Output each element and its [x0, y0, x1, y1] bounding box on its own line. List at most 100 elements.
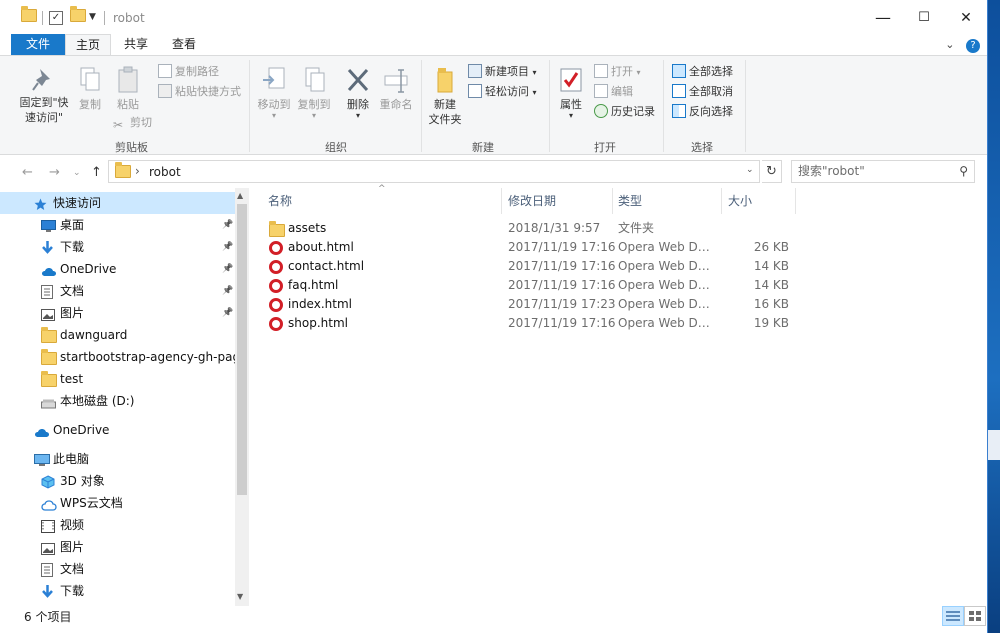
close-button[interactable]: ✕ [943, 8, 987, 30]
nav-item[interactable]: startbootstrap-agency-gh-pages [0, 346, 249, 368]
tab-home[interactable]: 主页 [65, 34, 111, 56]
nav-item[interactable]: OneDrive 📌 [0, 258, 235, 280]
file-date: 2018/1/31 9:57 [508, 221, 601, 235]
paste-shortcut-button[interactable]: 粘贴快捷方式 [158, 83, 241, 101]
address-path[interactable]: robot [149, 165, 181, 179]
customize-quick-access-icon[interactable]: ▼ [89, 12, 96, 22]
details-view-button[interactable] [942, 606, 964, 626]
tab-view[interactable]: 查看 [163, 34, 205, 56]
new-folder-quick-icon[interactable] [70, 6, 86, 27]
search-icon[interactable]: ⚲ [959, 164, 968, 178]
minimize-button[interactable]: — [860, 8, 906, 30]
easy-access-button[interactable]: 轻松访问 ▾ [468, 83, 537, 101]
back-arrow-icon[interactable]: ← [22, 165, 33, 180]
nav-item[interactable]: 3D 对象 [0, 470, 235, 492]
file-row[interactable]: index.html 2017/11/19 17:23 Opera Web Doc.… [267, 295, 797, 314]
column-divider[interactable] [795, 188, 796, 214]
navigation-pane: 快速访问 桌面 📌 下载 📌 OneDrive 📌 文档 📌 图片 📌 dawnguard startb… [0, 188, 249, 606]
file-date: 2017/11/19 17:16 [508, 278, 616, 292]
file-name: index.html [288, 297, 352, 311]
file-row[interactable]: faq.html 2017/11/19 17:16 Opera Web Doc...… [267, 276, 797, 295]
file-row[interactable]: contact.html 2017/11/19 17:16 Opera Web Do… [267, 257, 797, 276]
chevron-right-icon[interactable]: › [135, 164, 140, 178]
refresh-button[interactable]: ↻ [762, 160, 782, 183]
column-header-date[interactable]: 修改日期 [508, 188, 556, 214]
rename-button[interactable]: 重命名 [378, 66, 414, 112]
pin-icon[interactable]: 📌 [222, 258, 233, 280]
tab-file[interactable]: 文件 [11, 34, 65, 56]
scroll-up-icon[interactable]: ▲ [237, 191, 243, 200]
delete-button[interactable]: 删除 ▾ [343, 66, 373, 120]
new-item-button[interactable]: 新建项目 ▾ [468, 63, 537, 81]
chevron-down-icon[interactable]: ⌄ [945, 38, 954, 51]
nav-item[interactable]: WPS云文档 [0, 492, 235, 514]
open-button[interactable]: 打开 ▾ [594, 63, 641, 81]
details-view-icon [946, 611, 960, 621]
column-header-type[interactable]: 类型 [618, 188, 642, 214]
copy-path-button[interactable]: 复制路径 [158, 63, 219, 81]
file-row[interactable]: shop.html 2017/11/19 17:16 Opera Web Doc..… [267, 314, 797, 333]
pin-icon[interactable]: 📌 [222, 302, 233, 324]
recent-locations-icon[interactable]: ⌄ [73, 168, 81, 178]
select-none-button[interactable]: 全部取消 [672, 83, 733, 101]
new-folder-button[interactable]: 新建 文件夹 [426, 66, 464, 127]
nav-item[interactable]: 桌面 📌 [0, 214, 235, 236]
nav-item[interactable]: 此电脑 [0, 448, 235, 470]
paste-button[interactable]: 粘贴 [113, 66, 143, 112]
nav-item[interactable]: 图片 [0, 536, 235, 558]
pin-icon[interactable]: 📌 [222, 280, 233, 302]
nav-item[interactable]: 视频 [0, 514, 235, 536]
properties-icon [560, 68, 582, 92]
properties-button[interactable]: 属性 ▾ [556, 66, 586, 120]
copy-button[interactable]: 复制 [75, 66, 105, 112]
nav-item[interactable]: 图片 📌 [0, 302, 235, 324]
nav-item-label: 下载 [60, 584, 85, 598]
large-icons-view-button[interactable] [964, 606, 986, 626]
address-history-icon[interactable]: ⌄ [746, 165, 754, 175]
select-all-button[interactable]: 全部选择 [672, 63, 733, 81]
ribbon-divider [549, 60, 550, 152]
maximize-button[interactable]: ☐ [901, 8, 947, 30]
ribbon-divider [249, 60, 250, 152]
search-input[interactable] [798, 164, 948, 178]
scroll-down-icon[interactable]: ▼ [237, 592, 243, 601]
file-row[interactable]: about.html 2017/11/19 17:16 Opera Web Doc.… [267, 238, 797, 257]
address-bar[interactable]: › robot [108, 160, 760, 183]
pin-to-quick-access-button[interactable]: 固定到"快速访问" [15, 66, 73, 125]
search-box[interactable]: ⚲ [791, 160, 975, 183]
title-bar: ✓ ▼ robot — ☐ ✕ [0, 0, 987, 34]
invert-selection-button[interactable]: 反向选择 [672, 103, 733, 121]
move-to-button[interactable]: 移动到 ▾ [255, 66, 293, 120]
pin-icon[interactable]: 📌 [222, 214, 233, 236]
file-row[interactable]: assets 2018/1/31 9:57 文件夹 [267, 219, 797, 238]
nav-item[interactable]: 本地磁盘 (D:) [0, 390, 235, 412]
help-icon[interactable]: ? [966, 39, 980, 53]
cut-button[interactable]: ✂ 剪切 [113, 114, 152, 132]
pin-icon[interactable]: 📌 [222, 236, 233, 258]
column-header-size[interactable]: 大小 [728, 188, 752, 214]
forward-arrow-icon[interactable]: → [49, 165, 60, 180]
column-divider[interactable] [721, 188, 722, 214]
edit-button[interactable]: 编辑 [594, 83, 633, 101]
nav-item[interactable]: 下载 📌 [0, 236, 235, 258]
scrollbar-thumb[interactable] [237, 204, 247, 495]
easy-access-icon [468, 84, 482, 98]
copy-to-button[interactable]: 复制到 ▾ [295, 66, 333, 120]
column-divider[interactable] [501, 188, 502, 214]
file-size: 19 KB [753, 316, 789, 330]
column-header-name[interactable]: 名称 [268, 188, 292, 214]
properties-quick-icon[interactable]: ✓ [49, 11, 63, 25]
nav-item[interactable]: 文档 [0, 558, 235, 580]
nav-item[interactable]: dawnguard [0, 324, 235, 346]
nav-pane-scrollbar[interactable]: ▲ ▼ [235, 188, 249, 606]
opera-icon [269, 241, 283, 255]
tab-share[interactable]: 共享 [115, 34, 157, 56]
history-button[interactable]: 历史记录 [594, 103, 655, 121]
up-arrow-icon[interactable]: ↑ [91, 165, 102, 180]
nav-item[interactable]: 快速访问 [0, 192, 235, 214]
nav-item[interactable]: 文档 📌 [0, 280, 235, 302]
nav-item[interactable]: 下载 [0, 580, 235, 602]
nav-item[interactable]: OneDrive [0, 419, 235, 441]
column-divider[interactable] [612, 188, 613, 214]
nav-item[interactable]: test [0, 368, 235, 390]
